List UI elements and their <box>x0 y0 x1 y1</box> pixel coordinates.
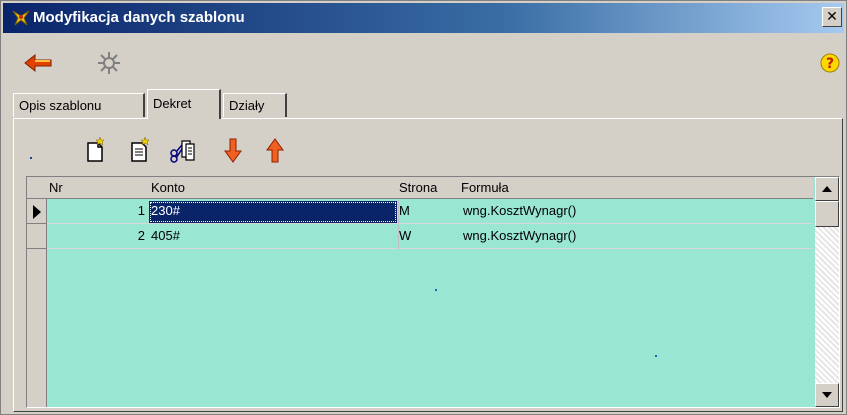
row-indicator[interactable] <box>27 200 47 224</box>
tab-dekret[interactable]: Dekret <box>147 89 221 119</box>
cell-formula[interactable]: wng.KosztWynagr() <box>463 228 803 243</box>
new-document-icon[interactable] <box>82 135 108 165</box>
column-header-formula[interactable]: Formuła <box>461 180 509 195</box>
scroll-up-icon <box>822 186 832 192</box>
copy-document-icon[interactable] <box>168 135 195 165</box>
grid-speck <box>435 289 437 291</box>
cell-konto[interactable]: 230# <box>149 201 397 223</box>
grid-toolbar <box>14 135 840 167</box>
cell-nr[interactable]: 1 <box>47 203 147 218</box>
vertical-scrollbar[interactable] <box>815 177 839 407</box>
title-bar[interactable]: Modyfikacja danych szablonu ✕ <box>3 3 844 33</box>
edit-document-icon[interactable] <box>126 135 152 165</box>
back-arrow-icon[interactable] <box>21 51 55 75</box>
close-button[interactable]: ✕ <box>822 7 842 27</box>
current-row-pointer-icon <box>33 205 41 219</box>
main-toolbar: ? <box>3 45 844 81</box>
gear-icon[interactable] <box>95 49 123 77</box>
column-header-strona[interactable]: Strona <box>399 180 437 195</box>
toolbar-marker <box>30 157 32 159</box>
scroll-up-button[interactable] <box>815 177 839 201</box>
scroll-down-button[interactable] <box>815 383 839 407</box>
column-header-konto[interactable]: Konto <box>151 180 185 195</box>
dekret-grid[interactable]: Nr Konto Strona Formuła 1 230# M wng.Kos… <box>26 176 840 408</box>
cell-strona[interactable]: W <box>399 228 459 243</box>
move-down-icon[interactable] <box>220 135 246 165</box>
dialog-window: Modyfikacja danych szablonu ✕ ? Opis sza… <box>0 0 847 415</box>
grid-header: Nr Konto Strona Formuła <box>27 177 813 199</box>
scroll-thumb[interactable] <box>815 201 839 227</box>
svg-text:?: ? <box>826 56 834 72</box>
column-header-nr[interactable]: Nr <box>49 180 63 195</box>
table-row[interactable]: 1 230# M wng.KosztWynagr() <box>27 200 813 224</box>
tab-dzialy[interactable]: Działy <box>223 93 287 117</box>
cell-strona[interactable]: M <box>399 203 459 218</box>
scroll-down-icon <box>822 392 832 398</box>
help-icon[interactable]: ? <box>819 51 841 75</box>
row-indicator[interactable] <box>27 225 47 249</box>
cell-nr[interactable]: 2 <box>47 228 147 243</box>
app-icon <box>11 9 31 27</box>
table-row[interactable]: 2 405# W wng.KosztWynagr() <box>27 225 813 249</box>
window-title: Modyfikacja danych szablonu <box>33 9 245 26</box>
close-icon: ✕ <box>826 8 838 24</box>
grid-speck <box>655 355 657 357</box>
tab-opis-szablonu[interactable]: Opis szablonu <box>13 93 145 117</box>
move-up-icon[interactable] <box>262 135 288 165</box>
tab-panel-dekret: Nr Konto Strona Formuła 1 230# M wng.Kos… <box>13 118 843 412</box>
cell-formula[interactable]: wng.KosztWynagr() <box>463 203 803 218</box>
cell-konto[interactable]: 405# <box>149 228 397 243</box>
